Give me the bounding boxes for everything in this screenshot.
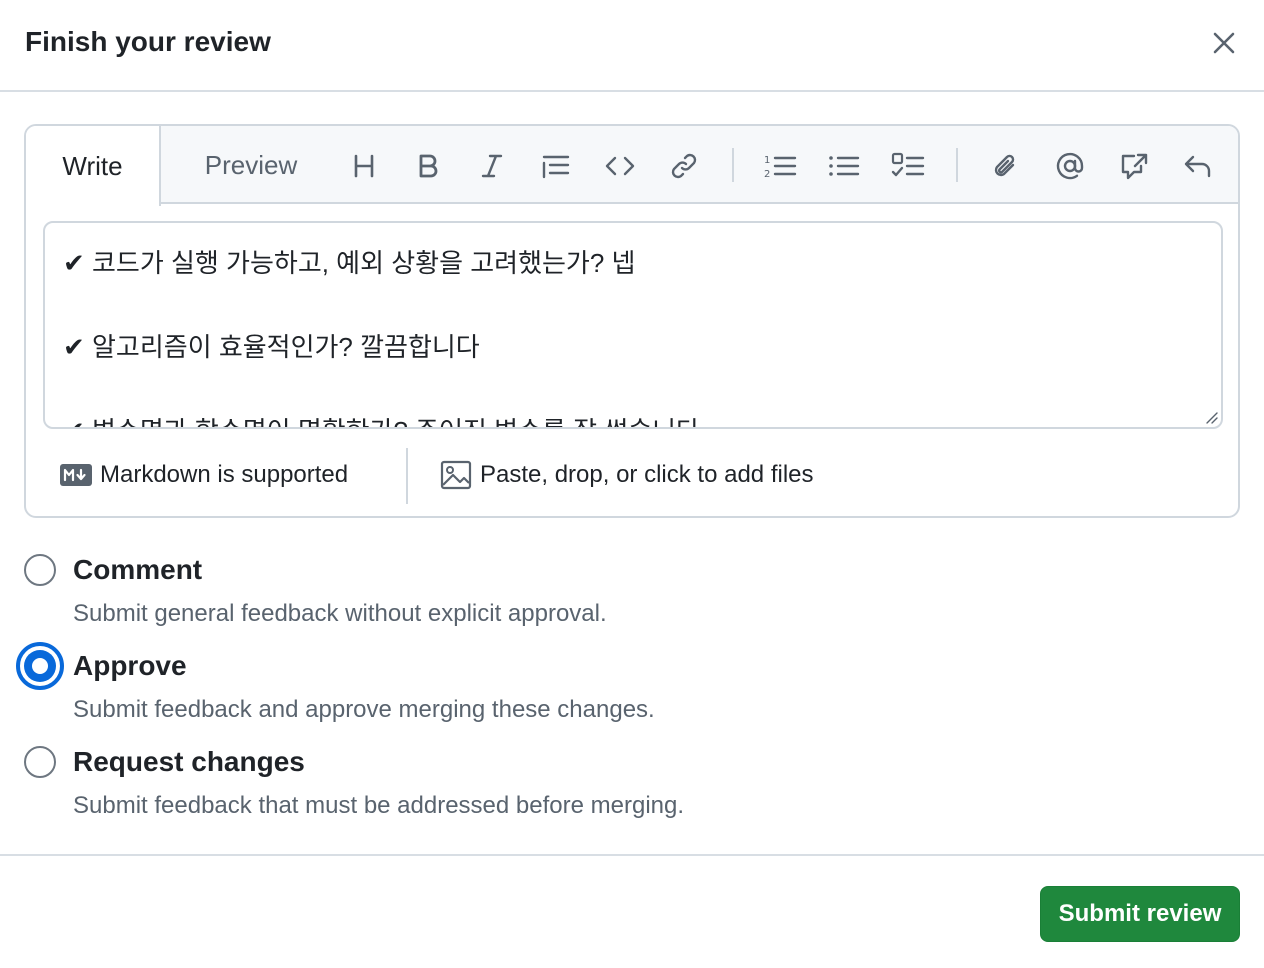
link-icon: [671, 153, 697, 179]
heading-button[interactable]: [344, 146, 384, 186]
toolbar-divider: [956, 148, 958, 182]
attach-icon: [994, 154, 1015, 177]
editor-footer: Markdown is supported Paste, drop, or cl…: [26, 432, 1238, 516]
option-description: Submit general feedback without explicit…: [73, 600, 607, 627]
attach-button[interactable]: [986, 146, 1026, 186]
reply-button[interactable]: [1178, 146, 1218, 186]
svg-text:1: 1: [764, 155, 770, 166]
radio-approve[interactable]: [16, 642, 64, 690]
option-description: Submit feedback and approve merging thes…: [73, 696, 655, 723]
dialog-header: Finish your review: [0, 0, 1264, 92]
markdown-icon: [60, 464, 92, 486]
numbered-list-icon: 12: [764, 155, 797, 180]
markdown-note-label: Markdown is supported: [100, 461, 349, 488]
heading-icon: [354, 154, 374, 178]
tab-preview[interactable]: Preview: [186, 126, 316, 204]
option-label[interactable]: Approve: [73, 650, 187, 682]
comment-editor: Write Preview 12 ✔ 코드가 실행 가능하고, 예외 상황을 고…: [24, 124, 1240, 518]
svg-text:2: 2: [764, 169, 770, 180]
bold-icon: [419, 154, 438, 178]
mention-button[interactable]: [1050, 146, 1090, 186]
reply-icon: [1184, 155, 1211, 178]
close-button[interactable]: [1206, 26, 1242, 60]
comment-line: ✔ 변수명과 함수명이 명확한가? 주어진 변수를 잘 썼습니다: [63, 411, 700, 427]
italic-icon: [481, 154, 503, 178]
option-label[interactable]: Comment: [73, 554, 202, 586]
add-files-button[interactable]: Paste, drop, or click to add files: [440, 432, 814, 516]
comment-textarea[interactable]: ✔ 코드가 실행 가능하고, 예외 상황을 고려했는가? 넵 ✔ 알고리즘이 효…: [43, 221, 1223, 429]
cross-reference-icon: [1121, 153, 1148, 180]
task-list-button[interactable]: [888, 146, 928, 186]
unordered-list-icon: [829, 156, 860, 176]
footer-divider: [0, 854, 1264, 856]
radio-dot: [32, 658, 48, 674]
code-button[interactable]: [600, 146, 640, 186]
dialog-title: Finish your review: [25, 26, 271, 57]
numbered-list-button[interactable]: 12: [760, 146, 800, 186]
toolbar-divider: [732, 148, 734, 182]
radio-comment[interactable]: [24, 554, 56, 586]
quote-button[interactable]: [536, 146, 576, 186]
italic-button[interactable]: [472, 146, 512, 186]
comment-line: ✔ 알고리즘이 효율적인가? 깔끔합니다: [63, 332, 480, 362]
comment-line: ✔ 코드가 실행 가능하고, 예외 상황을 고려했는가? 넵: [63, 248, 636, 278]
quote-icon: [542, 155, 570, 179]
link-button[interactable]: [664, 146, 704, 186]
add-files-label: Paste, drop, or click to add files: [480, 461, 814, 488]
footer-divider: [406, 448, 408, 504]
submit-review-button[interactable]: Submit review: [1040, 886, 1240, 942]
task-list-icon: [891, 152, 925, 177]
unordered-list-button[interactable]: [824, 146, 864, 186]
option-label[interactable]: Request changes: [73, 746, 305, 778]
radio-request-changes[interactable]: [24, 746, 56, 778]
resize-grip-icon[interactable]: [1204, 410, 1218, 424]
mention-icon: [1056, 152, 1084, 180]
bold-button[interactable]: [408, 146, 448, 186]
markdown-note[interactable]: Markdown is supported: [60, 432, 349, 516]
cross-reference-button[interactable]: [1114, 146, 1154, 186]
option-description: Submit feedback that must be addressed b…: [73, 792, 685, 819]
close-icon: [1213, 32, 1235, 54]
editor-toolbar: Write Preview 12: [26, 126, 1238, 206]
code-icon: [605, 156, 635, 176]
tab-write[interactable]: Write: [26, 126, 161, 206]
image-icon: [440, 460, 472, 490]
